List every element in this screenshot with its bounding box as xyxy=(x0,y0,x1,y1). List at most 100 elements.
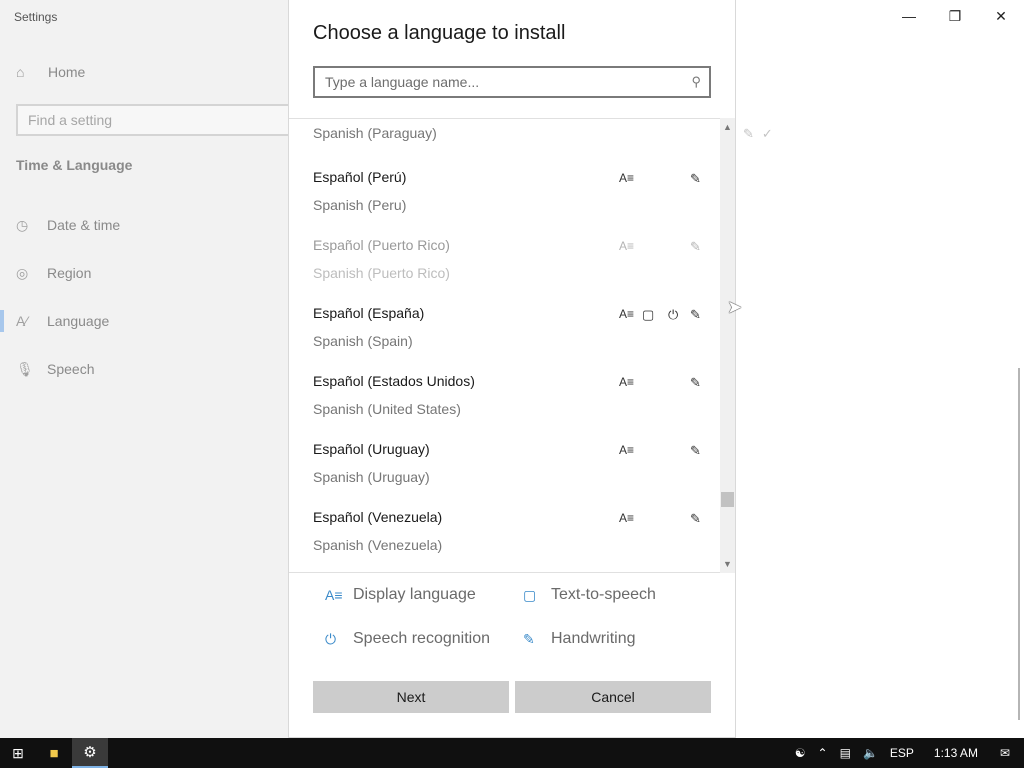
scroll-down-arrow-icon[interactable]: ▼ xyxy=(720,557,735,571)
window-controls: — ❐ ✕ xyxy=(886,0,1024,32)
sidebar-item-label: Language xyxy=(47,313,110,329)
close-button[interactable]: ✕ xyxy=(978,0,1024,32)
start-button[interactable]: ⊞ xyxy=(0,738,36,768)
display-language-icon: A≡ xyxy=(619,443,635,457)
language-english-name: Spanish (Puerto Rico) xyxy=(313,265,450,281)
language-native-name: Español (Perú) xyxy=(313,169,407,185)
find-setting-box[interactable] xyxy=(16,104,296,136)
microphone-icon: 🎙 xyxy=(16,360,34,377)
legend-display-language: A≡ Display language xyxy=(325,586,476,604)
calendar-clock-icon: ◷ xyxy=(16,216,29,233)
settings-sidebar: Settings ⌂ Home Time & Language ◷ Date &… xyxy=(0,0,296,738)
language-icon: A⁄ xyxy=(16,313,28,329)
dialog-title: Choose a language to install xyxy=(313,22,566,44)
sidebar-item-label: Speech xyxy=(47,361,95,377)
language-native-name: Español (Uruguay) xyxy=(313,441,430,457)
language-english-name: Spanish (Paraguay) xyxy=(313,125,437,141)
taskbar: ⊞ ■ ⚙ ☯ ⌃ ▤ 🔈 ESP 1:13 AM ✉ xyxy=(0,738,1024,768)
language-english-name: Spanish (Spain) xyxy=(313,333,413,349)
language-search-box[interactable]: ⚲ xyxy=(313,66,711,98)
choose-language-dialog: Choose a language to install ⚲ Spanish (… xyxy=(288,0,736,738)
legend-label: Handwriting xyxy=(551,630,636,647)
language-list[interactable]: Spanish (Paraguay) Español (Perú) Spanis… xyxy=(289,118,735,573)
folder-icon: ■ xyxy=(49,744,59,762)
language-english-name: Spanish (Peru) xyxy=(313,197,407,213)
sidebar-item-label: Region xyxy=(47,265,92,281)
language-native-name: Español (Estados Unidos) xyxy=(313,373,475,389)
language-row-spanish-peru[interactable]: Español (Perú) Spanish (Peru) A≡ ✎ xyxy=(289,169,719,237)
handwriting-icon: ✎ xyxy=(690,375,701,390)
language-list-scrollbar[interactable]: ▲ ▼ xyxy=(720,118,735,573)
next-button[interactable]: Next xyxy=(313,681,509,713)
display-language-icon: A≡ xyxy=(325,587,343,603)
basic-typing-icon: ✓ xyxy=(761,126,781,141)
globe-icon: ◎ xyxy=(16,264,29,281)
legend-text-to-speech: ▢ Text-to-speech xyxy=(523,586,656,604)
minimize-button[interactable]: — xyxy=(886,0,932,32)
sidebar-item-language[interactable]: A⁄ Language xyxy=(0,309,288,333)
display-language-icon: A≡ xyxy=(619,239,635,253)
find-setting-input[interactable] xyxy=(18,106,294,134)
text-to-speech-icon: ▢ xyxy=(523,586,537,603)
language-native-name: Español (Puerto Rico) xyxy=(313,237,450,253)
language-row-spanish-venezuela[interactable]: Español (Venezuela) Spanish (Venezuela) … xyxy=(289,509,719,572)
home-nav-item[interactable]: ⌂ Home xyxy=(16,64,85,80)
maximize-button[interactable]: ❐ xyxy=(932,0,978,32)
language-row-spanish-puerto-rico: Español (Puerto Rico) Spanish (Puerto Ri… xyxy=(289,237,719,305)
settings-scrollbar[interactable] xyxy=(1018,368,1020,720)
scroll-up-arrow-icon[interactable]: ▲ xyxy=(720,120,735,134)
clock[interactable]: 1:13 AM xyxy=(920,746,992,760)
volume-muted-icon[interactable]: 🔈 xyxy=(857,746,884,760)
handwriting-icon: ✎ xyxy=(743,126,762,141)
language-english-name: Spanish (Venezuela) xyxy=(313,537,443,553)
handwriting-icon: ✎ xyxy=(690,239,701,254)
display-language-icon: A≡ xyxy=(619,307,635,321)
scrollbar-thumb[interactable] xyxy=(721,492,734,507)
handwriting-icon: ✎ xyxy=(690,511,701,526)
language-row-spanish-spain[interactable]: Español (España) Spanish (Spain) A≡ ▢ ⏻ … xyxy=(289,305,719,373)
microphone-icon: ⏻ xyxy=(325,630,337,647)
action-center-icon[interactable]: ✉ xyxy=(992,746,1024,760)
microphone-icon: ⏻ xyxy=(668,307,679,322)
home-icon: ⌂ xyxy=(16,64,25,80)
language-search-input[interactable] xyxy=(315,68,709,96)
legend-label: Display language xyxy=(353,586,476,603)
language-row-spanish-paraguay[interactable]: Spanish (Paraguay) xyxy=(289,119,719,165)
sidebar-item-speech[interactable]: 🎙 Speech xyxy=(0,357,288,381)
mouse-cursor-icon: ➤ xyxy=(727,297,743,317)
handwriting-icon: ✎ xyxy=(690,171,701,186)
language-native-name: Español (Venezuela) xyxy=(313,509,443,525)
language-row-spanish-uruguay[interactable]: Español (Uruguay) Spanish (Uruguay) A≡ ✎ xyxy=(289,441,719,509)
handwriting-icon: ✎ xyxy=(690,307,701,322)
handwriting-icon: ✎ xyxy=(523,630,535,647)
display-language-icon: A≡ xyxy=(619,171,635,185)
legend-handwriting: ✎ Handwriting xyxy=(523,630,635,648)
language-english-name: Spanish (Uruguay) xyxy=(313,469,430,485)
search-icon: ⚲ xyxy=(691,74,701,89)
chevron-up-icon[interactable]: ⌃ xyxy=(812,746,834,760)
language-english-name: Spanish (United States) xyxy=(313,401,461,417)
people-icon[interactable]: ☯ xyxy=(789,746,812,760)
display-language-icon: A≡ xyxy=(619,511,635,525)
cancel-button[interactable]: Cancel xyxy=(515,681,711,713)
section-title: Time & Language xyxy=(16,157,133,173)
input-language-indicator[interactable]: ESP xyxy=(884,746,920,760)
sidebar-item-region[interactable]: ◎ Region xyxy=(0,261,288,285)
gear-icon: ⚙ xyxy=(83,744,97,761)
sidebar-item-date-time[interactable]: ◷ Date & time xyxy=(0,213,288,237)
language-row-spanish-united-states[interactable]: Español (Estados Unidos) Spanish (United… xyxy=(289,373,719,441)
file-explorer-button[interactable]: ■ xyxy=(36,738,72,768)
display-language-icon: A≡ xyxy=(619,375,635,389)
windows-logo-icon: ⊞ xyxy=(12,744,24,761)
settings-taskbar-button[interactable]: ⚙ xyxy=(72,738,108,768)
app-title: Settings xyxy=(14,10,58,24)
home-label: Home xyxy=(48,64,86,80)
network-icon[interactable]: ▤ xyxy=(834,746,857,760)
legend-label: Speech recognition xyxy=(353,630,490,647)
text-to-speech-icon: ▢ xyxy=(642,307,655,322)
system-tray: ☯ ⌃ ▤ 🔈 ESP 1:13 AM ✉ xyxy=(789,738,1024,768)
sidebar-item-label: Date & time xyxy=(47,217,121,233)
handwriting-icon: ✎ xyxy=(690,443,701,458)
legend-label: Text-to-speech xyxy=(551,586,656,603)
legend-speech-recognition: ⏻ Speech recognition xyxy=(325,630,490,648)
